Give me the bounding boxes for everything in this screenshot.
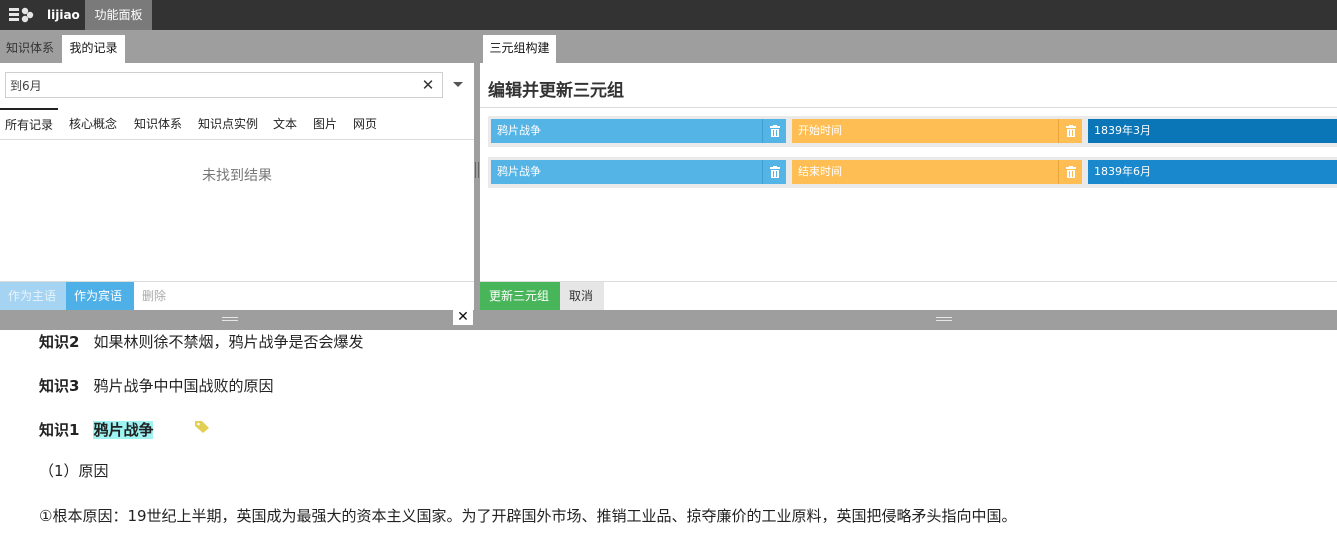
triple-row: 鸦片战争 开始时间 1839年3月 (488, 116, 1337, 147)
divider (480, 107, 1337, 108)
splitter-grip-icon[interactable] (936, 317, 952, 321)
trash-icon (770, 125, 780, 137)
knowledge-number: 知识1 (39, 421, 80, 439)
update-triple-button[interactable]: 更新三元组 (480, 282, 560, 311)
triple-object[interactable]: 1839年6月 (1088, 160, 1337, 184)
triple-row: 鸦片战争 结束时间 1839年6月 (488, 157, 1337, 188)
knowledge-text: 如果林则徐不禁烟，鸦片战争是否会爆发 (93, 333, 364, 351)
tab-function-panel[interactable]: 功能面板 (85, 0, 152, 30)
tab-triple-builder[interactable]: 三元组构建 (483, 35, 556, 63)
splitter-grip-icon[interactable] (475, 162, 479, 178)
tab-knowledge-system[interactable]: 知识体系 (0, 35, 60, 63)
knowledge-text: 鸦片战争中中国战败的原因 (93, 377, 274, 395)
knowledge-line: 知识3 鸦片战争中中国战败的原因 (39, 375, 273, 396)
filter-knowledge-instances[interactable]: 知识点实例 (198, 108, 258, 140)
triple-predicate[interactable]: 结束时间 (792, 160, 1058, 184)
triple-object[interactable]: 1839年3月 (1088, 119, 1337, 143)
tab-my-records[interactable]: 我的记录 (62, 35, 125, 63)
delete-subject-button[interactable] (762, 160, 786, 184)
search-input[interactable] (10, 73, 410, 97)
app-logo-icon[interactable] (8, 6, 34, 24)
knowledge-number: 知识2 (39, 333, 80, 351)
delete-button[interactable]: 删除 (134, 282, 174, 311)
splitter-grip-icon[interactable] (222, 317, 238, 321)
trash-icon (1066, 125, 1076, 137)
as-object-button[interactable]: 作为宾语 (66, 282, 134, 311)
triple-predicate[interactable]: 开始时间 (792, 119, 1058, 143)
sub-heading: （1）原因 (39, 462, 109, 480)
horizontal-splitter[interactable] (0, 310, 1337, 330)
knowledge-line: 知识1 鸦片战争 (39, 419, 154, 440)
trash-icon (1066, 166, 1076, 178)
search-box: ✕ (5, 72, 443, 98)
delete-predicate-button[interactable] (1058, 119, 1082, 143)
right-action-bar: 更新三元组 取消 (480, 281, 1337, 311)
filter-knowledge-system[interactable]: 知识体系 (134, 108, 182, 140)
panel-title: 编辑并更新三元组 (488, 81, 624, 101)
tag-icon[interactable] (194, 420, 210, 434)
top-bar: lijiao 功能面板 (0, 0, 1337, 30)
clear-search-icon[interactable]: ✕ (420, 76, 436, 94)
filter-text[interactable]: 文本 (273, 108, 297, 140)
paragraph: ①根本原因：19世纪上半期，英国成为最强大的资本主义国家。为了开辟国外市场、推销… (39, 507, 1017, 525)
delete-subject-button[interactable] (762, 119, 786, 143)
record-filter-bar: 所有记录 核心概念 知识体系 知识点实例 文本 图片 网页 (0, 108, 474, 140)
filter-webpages[interactable]: 网页 (353, 108, 377, 140)
triple-subject[interactable]: 鸦片战争 (491, 160, 762, 184)
trash-icon (770, 166, 780, 178)
chevron-down-icon[interactable] (453, 82, 463, 87)
triple-subject[interactable]: 鸦片战争 (491, 119, 762, 143)
as-subject-button[interactable]: 作为主语 (0, 282, 66, 311)
filter-all-records[interactable]: 所有记录 (0, 108, 59, 140)
highlighted-term[interactable]: 鸦片战争 (93, 421, 154, 439)
cancel-button[interactable]: 取消 (560, 282, 604, 311)
knowledge-number: 知识3 (39, 377, 80, 395)
knowledge-line: 知识2 如果林则徐不禁烟，鸦片战争是否会爆发 (39, 331, 363, 352)
close-icon[interactable]: ✕ (453, 310, 473, 325)
left-action-bar: 作为主语 作为宾语 删除 (0, 281, 474, 311)
empty-results-message: 未找到结果 (202, 168, 272, 184)
filter-core-concepts[interactable]: 核心概念 (69, 108, 117, 140)
delete-predicate-button[interactable] (1058, 160, 1082, 184)
username[interactable]: lijiao (47, 0, 80, 30)
filter-images[interactable]: 图片 (313, 108, 337, 140)
right-tab-bar (480, 30, 1337, 63)
